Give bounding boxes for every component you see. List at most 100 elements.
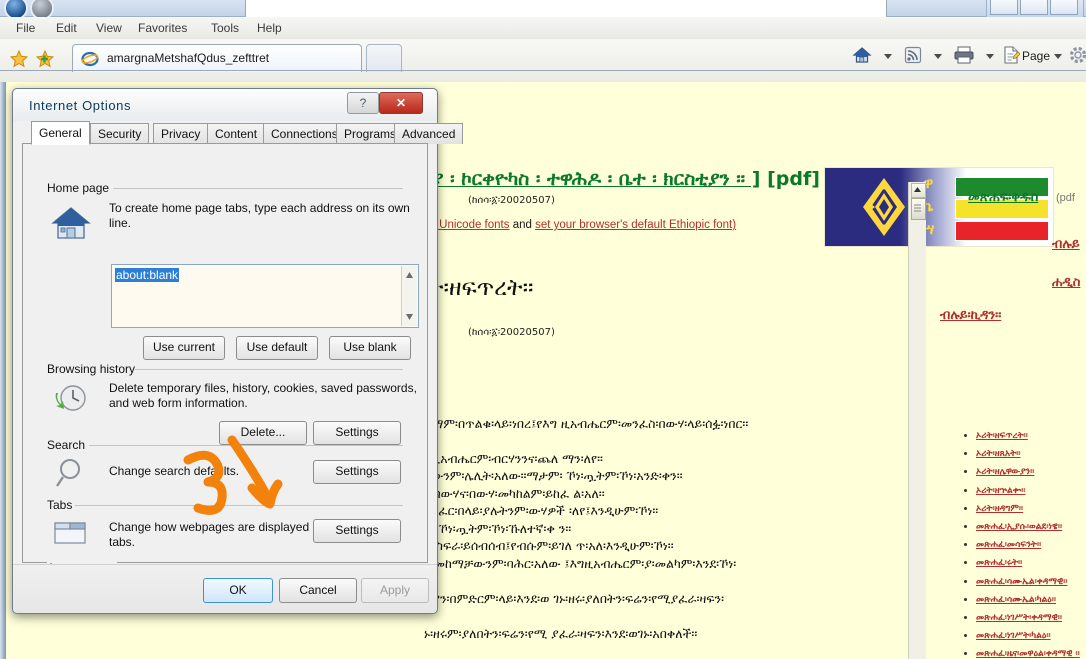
feeds-dropdown-caret-icon[interactable]	[934, 54, 942, 59]
tab-advanced[interactable]: Advanced	[394, 123, 464, 144]
bullet-link[interactable]: መጽሐፈ፡ነገሥት፡ካልዕ፡፡	[976, 631, 1051, 641]
browsing-history-group-line	[135, 369, 403, 370]
page-left-edge	[0, 82, 6, 659]
page-body-text: ረ፡፡ ለማም፡በጥልቁ፡ላይ፡ነበረ፤የእግ ዚአብሔርም፡መንፈስ፡በውሃ፡…	[424, 397, 904, 642]
page-dropdown-caret-icon[interactable]	[1054, 54, 1062, 59]
body-line: ከለፈር፡በላይ፡ያሉትንም፡ውሃዎች ፡ለየ፤እንዲሁም፡ኾነ፡፡	[424, 503, 659, 518]
dialog-title: Internet Options	[29, 98, 132, 113]
page-title-note: (ከሰሳ፡፩፡20020507)	[468, 327, 555, 338]
close-icon[interactable]: ✕	[379, 92, 423, 114]
tab-security[interactable]: Security	[90, 123, 150, 144]
list-item: ኦሪት፡ዘሌዋውያን፡፡	[976, 463, 1086, 481]
body-line	[424, 607, 904, 625]
maximize-button[interactable]	[1020, 0, 1048, 15]
menu-favorites[interactable]: Favorites	[130, 20, 195, 36]
scroll-up-arrow-icon[interactable]	[911, 183, 926, 198]
bullet-link[interactable]: ኦሪት፡ዘጸአት፡፡	[976, 449, 1021, 459]
page-headline-pdf[interactable]: [pdf]	[767, 168, 820, 190]
tab-privacy[interactable]: Privacy	[153, 123, 209, 144]
page-headline: ያ ፡ ኮርቀዮካስ ፡ ተዋሕዶ ፡ ቤተ ፡ ክርስቲያን ፡፡ ] [pd…	[432, 168, 820, 190]
delete-button[interactable]: Delete...	[219, 421, 307, 445]
list-item: መጽሐፈ፡ሳሙኤል፡ካልዕ፡፡	[976, 591, 1086, 609]
new-tab-button[interactable]	[366, 44, 402, 72]
home-page-input[interactable]: about:blank	[111, 264, 419, 328]
ethiopian-cross-icon	[853, 176, 915, 238]
page-menu-icon[interactable]	[1002, 45, 1021, 67]
menu-edit[interactable]: Edit	[48, 20, 85, 36]
home-dropdown-caret-icon[interactable]	[884, 54, 892, 59]
home-page-description: To create home page tabs, type each addr…	[109, 201, 410, 230]
minimize-button[interactable]	[990, 0, 1018, 15]
ok-button[interactable]: OK	[203, 578, 273, 603]
print-dropdown-caret-icon[interactable]	[986, 54, 994, 59]
add-to-favorites-icon[interactable]	[36, 50, 54, 68]
bullet-link[interactable]: መጽሐፈ፡ኢያሱ፡ወልደ፡ነዌ፡፡	[976, 522, 1062, 532]
font-note-link-2[interactable]: set your browser's default Ethiopic font…	[535, 219, 736, 231]
favorites-star-icon[interactable]	[10, 50, 28, 68]
bullet-link[interactable]: መጽሐፈ፡ሳሙኤል፡ቀዳማዊ፡፡	[976, 577, 1067, 587]
menu-tools[interactable]: Tools	[203, 20, 247, 36]
history-clock-icon	[52, 381, 90, 418]
body-line: ግውንም፡ሌሊት፡አለው፡፡ማታም፡ ኾነ፡ጧትም፡ኾነ፡አንድ፡ቀን፡፡	[424, 468, 683, 483]
close-window-button[interactable]	[1050, 0, 1078, 15]
tabs-description-1: Change how webpages are displayed in	[109, 520, 322, 534]
body-line: ሃ፡መከማቻውንም፡ባሕር፡አለው ፤እግዚአብሔርም፡ያ፡መልካም፡እንደ፡ኾ…	[424, 555, 737, 571]
gear-tools-icon[interactable]	[1068, 45, 1086, 67]
apply-button[interactable]: Apply	[361, 578, 429, 603]
menu-file[interactable]: File	[8, 20, 43, 36]
menu-view[interactable]: View	[88, 20, 130, 36]
browsing-history-settings-button[interactable]: Settings	[313, 421, 401, 445]
list-item: ኦሪት፡ዘፍጥረት፡፡	[976, 427, 1086, 445]
body-line: ግዚአብሔርም፡ብርሃንንና፡ጨለ ማን፡ለየ፡፡	[424, 450, 604, 466]
bullet-link[interactable]: ኦሪት፡ዘኍልቍ፡፡	[976, 486, 1025, 496]
link-old-testament[interactable]: ብሉይ	[1052, 237, 1080, 252]
list-item: መጽሐፈ፡መሳፍንት፡፡	[976, 536, 1086, 554]
bullet-link[interactable]: መጽሐፈ፡ሩት፡፡	[976, 558, 1022, 568]
internet-options-dialog: Internet Options ? ✕ General Security Pr…	[12, 88, 464, 614]
link-old-testament-heading[interactable]: ብሉይ፡ኪዳን፡፡	[940, 308, 1001, 323]
tab-general[interactable]: General	[31, 121, 90, 145]
bullet-link[interactable]: መጽሐፈ፡ዜና፡መዋዕል፡ቀዳማዊ ፡፡	[976, 649, 1080, 659]
home-page-group-label: Home page	[47, 181, 115, 195]
scrollbar-thumb[interactable]	[911, 198, 926, 220]
home-page-scrollbar[interactable]	[401, 266, 417, 326]
bullet-link[interactable]: መጽሐፈ፡ሳሙኤል፡ካልዕ፡፡	[976, 595, 1056, 605]
list-item: መጽሐፈ፡ኢያሱ፡ወልደ፡ነዌ፡፡	[976, 518, 1086, 536]
list-item: መጽሐፈ፡ነገሥት፡ካልዕ፡፡	[976, 627, 1086, 645]
use-blank-button[interactable]: Use blank	[329, 336, 411, 360]
link-bible-pdf-suffix: (pdf	[1056, 192, 1075, 204]
link-new-testament[interactable]: ሐዲስ	[1052, 275, 1080, 290]
tab-strip-divider	[0, 70, 1086, 71]
page-scrollbar[interactable]	[908, 182, 926, 659]
body-line	[424, 572, 904, 590]
bullet-link[interactable]: መጽሐፈ፡መሳፍንት፡፡	[976, 540, 1041, 550]
page-menu-label[interactable]: Page	[1022, 46, 1050, 68]
browsing-history-description-1: Delete temporary files, history, cookies…	[109, 381, 417, 395]
list-item: መጽሐፈ፡ሩት፡፡	[976, 554, 1086, 572]
tabs-settings-button[interactable]: Settings	[313, 519, 401, 543]
bullet-link[interactable]: ኦሪት፡ዘዳግም፡፡	[976, 504, 1023, 514]
use-default-button[interactable]: Use default	[236, 336, 318, 360]
browser-tab-active[interactable]: amargnaMetshafQdus_zefttret	[72, 44, 362, 72]
help-button[interactable]: ?	[347, 92, 379, 114]
search-settings-button[interactable]: Settings	[313, 460, 401, 484]
rss-feed-icon[interactable]	[903, 45, 923, 67]
bullet-link[interactable]: ኦሪት፡ዘፍጥረት፡፡	[976, 431, 1028, 441]
home-icon[interactable]	[852, 45, 872, 67]
dialog-title-bar[interactable]: Internet Options ? ✕	[13, 89, 437, 121]
tab-content[interactable]: Content	[207, 123, 266, 144]
link-bible-pdf[interactable]: መጽሐፍ፡ቅዱስ	[968, 190, 1038, 205]
list-item: ኦሪት፡ዘጸአት፡፡	[976, 445, 1086, 463]
dialog-body: General Security Privacy Content Connect…	[22, 121, 464, 609]
cancel-button[interactable]: Cancel	[279, 578, 357, 603]
use-current-button[interactable]: Use current	[143, 336, 225, 360]
list-item: መጽሐፈ፡ዜና፡መዋዕል፡ቀዳማዊ ፡፡	[976, 645, 1086, 659]
page-headline-note: (ከሰሳ፡፩፡20020507)	[468, 195, 555, 206]
tab-connections[interactable]: Connections	[263, 123, 346, 144]
bullet-link[interactable]: ኦሪት፡ዘሌዋውያን፡፡	[976, 467, 1034, 477]
bullet-link[interactable]: መጽሐፈ፡ነገሥት፡ቀዳማዊ፡፡	[976, 613, 1062, 623]
tabs-icon	[53, 517, 87, 550]
list-item: መጽሐፈ፡ነገሥት፡ቀዳማዊ፡፡	[976, 609, 1086, 627]
menu-help[interactable]: Help	[249, 20, 290, 36]
print-icon[interactable]	[953, 45, 975, 67]
